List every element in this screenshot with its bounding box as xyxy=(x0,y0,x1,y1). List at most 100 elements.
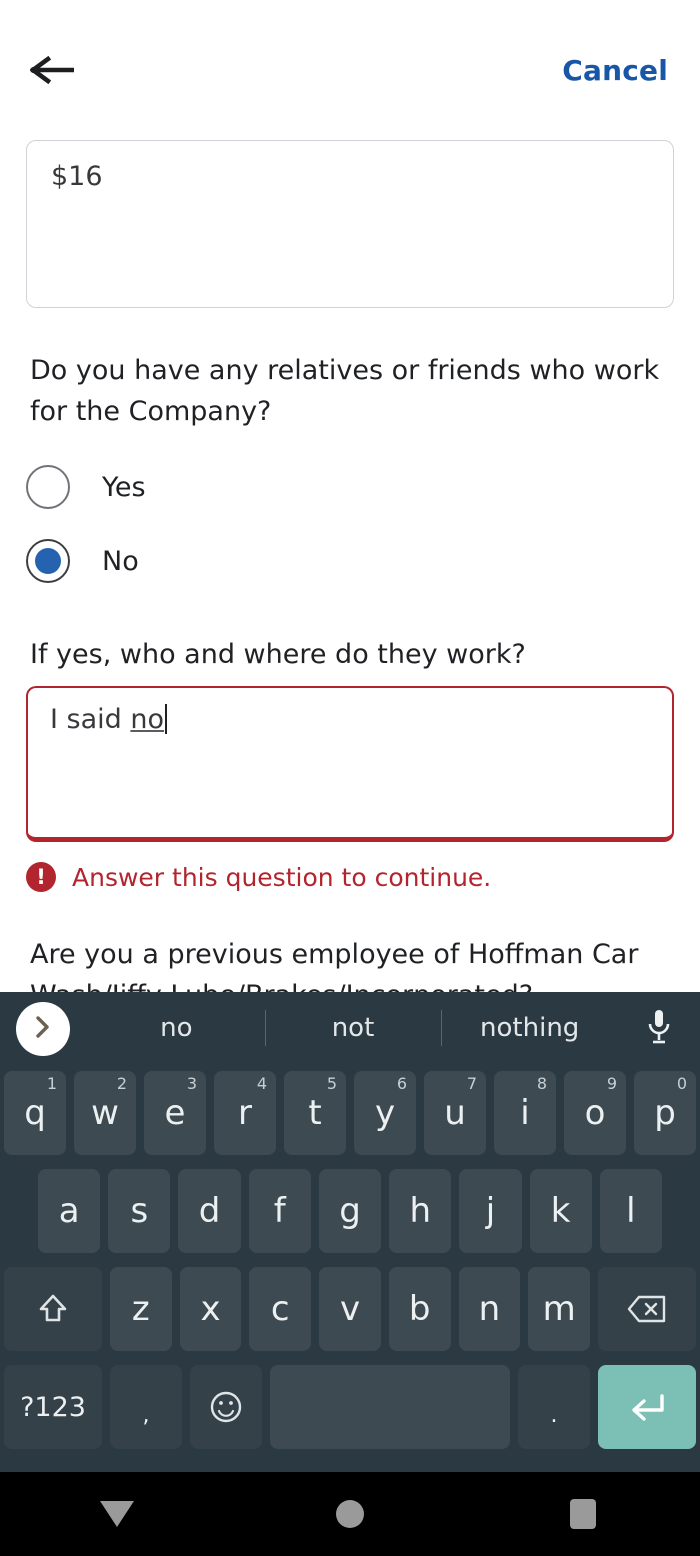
key-shift[interactable] xyxy=(3,1267,102,1351)
key-i-label: i xyxy=(520,1093,530,1133)
key-w[interactable]: 2w xyxy=(74,1071,136,1155)
key-q-label: q xyxy=(24,1093,46,1133)
key-w-label: w xyxy=(91,1093,119,1133)
key-enter[interactable] xyxy=(598,1365,696,1449)
text-cursor xyxy=(165,704,168,734)
key-backspace[interactable] xyxy=(598,1267,697,1351)
key-emoji[interactable] xyxy=(190,1365,262,1449)
cancel-button[interactable]: Cancel xyxy=(560,48,670,93)
key-t[interactable]: 5t xyxy=(284,1071,346,1155)
key-y[interactable]: 6y xyxy=(354,1071,416,1155)
nav-back-button[interactable] xyxy=(72,1484,162,1544)
suggestion-item-1[interactable]: no xyxy=(88,1013,265,1043)
key-j[interactable]: j xyxy=(459,1169,522,1253)
answer-textarea[interactable]: I said no xyxy=(26,686,674,842)
nav-recents-square-icon xyxy=(570,1499,597,1529)
radio-option-no[interactable]: No xyxy=(0,524,700,598)
key-comma[interactable]: , xyxy=(110,1365,182,1449)
keyboard-row-3: z x c v b n m xyxy=(0,1260,700,1358)
shift-arrow-icon xyxy=(36,1291,70,1327)
answer-text-composing: no xyxy=(130,704,165,735)
key-i[interactable]: 8i xyxy=(494,1071,556,1155)
key-c[interactable]: c xyxy=(249,1267,312,1351)
nav-recents-button[interactable] xyxy=(538,1484,628,1544)
nav-home-circle-icon xyxy=(335,1500,364,1528)
key-q[interactable]: 1q xyxy=(4,1071,66,1155)
form-content: Cancel $16 Do you have any relatives or … xyxy=(0,0,700,992)
keyboard-row-2: a s d f g h j k l xyxy=(0,1162,700,1260)
radio-circle-no xyxy=(26,539,70,583)
key-d[interactable]: d xyxy=(178,1169,241,1253)
suggestion-item-3[interactable]: nothing xyxy=(441,1013,618,1043)
expand-suggestions-button[interactable] xyxy=(16,1002,70,1056)
key-x[interactable]: x xyxy=(179,1267,242,1351)
key-z[interactable]: z xyxy=(109,1267,172,1351)
key-t-number: 5 xyxy=(326,1074,337,1093)
radio-label-no: No xyxy=(102,545,139,577)
smiley-face-icon xyxy=(207,1388,245,1426)
exclamation-circle-icon: ! xyxy=(26,862,56,892)
radio-circle-yes xyxy=(26,465,70,509)
virtual-keyboard: no not nothing 1q 2w 3e 4r 5 t 6 y 7 u 8… xyxy=(0,992,700,1472)
key-a[interactable]: a xyxy=(38,1169,101,1253)
radio-option-yes[interactable]: Yes xyxy=(0,450,700,524)
key-p-number: 0 xyxy=(676,1074,687,1093)
chevron-right-icon xyxy=(32,1014,54,1044)
microphone-icon xyxy=(646,1008,672,1050)
key-t-label: t xyxy=(308,1093,322,1133)
relatives-radio-group: Yes No xyxy=(0,450,700,598)
back-button[interactable] xyxy=(26,44,78,96)
key-u[interactable]: 7u xyxy=(424,1071,486,1155)
key-r-number: 4 xyxy=(256,1074,267,1093)
key-period[interactable]: . xyxy=(518,1365,590,1449)
android-navigation-bar xyxy=(0,1472,700,1556)
voice-input-button[interactable] xyxy=(632,1004,686,1054)
key-o-label: o xyxy=(584,1093,606,1133)
key-period-label: . xyxy=(550,1402,558,1428)
salary-input[interactable]: $16 xyxy=(26,140,674,308)
validation-error-text: Answer this question to continue. xyxy=(72,862,492,892)
key-r[interactable]: 4r xyxy=(214,1071,276,1155)
answer-text-plain: I said xyxy=(50,704,131,735)
question-previous-employee-label: Are you a previous employee of Hoffman C… xyxy=(30,934,670,992)
key-s[interactable]: s xyxy=(108,1169,171,1253)
key-y-label: y xyxy=(374,1093,396,1133)
backspace-icon xyxy=(626,1294,668,1324)
key-space[interactable] xyxy=(270,1365,510,1449)
key-v[interactable]: v xyxy=(319,1267,381,1351)
key-f[interactable]: f xyxy=(248,1169,311,1253)
question-previous-employee-line2: Wash/Jiffy Lube/Brakes/Incorporated? xyxy=(30,980,533,992)
key-symbols[interactable]: ?123 xyxy=(4,1365,102,1449)
key-y-number: 6 xyxy=(396,1074,407,1093)
question-who-where-label: If yes, who and where do they work? xyxy=(30,639,526,670)
enter-return-icon xyxy=(626,1390,668,1424)
key-w-number: 2 xyxy=(116,1074,127,1093)
key-comma-label: , xyxy=(142,1402,150,1428)
key-p[interactable]: 0p xyxy=(634,1071,696,1155)
key-r-label: r xyxy=(238,1093,252,1133)
key-p-label: p xyxy=(654,1093,676,1133)
suggestion-item-2[interactable]: not xyxy=(265,1013,442,1043)
key-h[interactable]: h xyxy=(389,1169,452,1253)
key-o[interactable]: 9o xyxy=(564,1071,626,1155)
suggestion-list: no not nothing xyxy=(88,992,618,1064)
key-k[interactable]: k xyxy=(529,1169,592,1253)
suggestion-bar: no not nothing xyxy=(0,992,700,1064)
key-e[interactable]: 3e xyxy=(144,1071,206,1155)
key-l[interactable]: l xyxy=(599,1169,662,1253)
radio-label-yes: Yes xyxy=(102,471,146,503)
question-relatives-label: Do you have any relatives or friends who… xyxy=(30,355,660,427)
key-i-number: 8 xyxy=(536,1074,547,1093)
validation-error: ! Answer this question to continue. xyxy=(26,862,700,892)
key-u-number: 7 xyxy=(466,1074,477,1093)
key-o-number: 9 xyxy=(606,1074,617,1093)
keyboard-row-4: ?123 , . xyxy=(0,1358,700,1456)
key-n[interactable]: n xyxy=(458,1267,521,1351)
key-u-label: u xyxy=(444,1093,466,1133)
nav-home-button[interactable] xyxy=(305,1484,395,1544)
question-previous-employee-line1: Are you a previous employee of Hoffman C… xyxy=(30,939,639,970)
key-m[interactable]: m xyxy=(528,1267,591,1351)
key-e-label: e xyxy=(164,1093,186,1133)
key-g[interactable]: g xyxy=(318,1169,382,1253)
key-b[interactable]: b xyxy=(388,1267,451,1351)
